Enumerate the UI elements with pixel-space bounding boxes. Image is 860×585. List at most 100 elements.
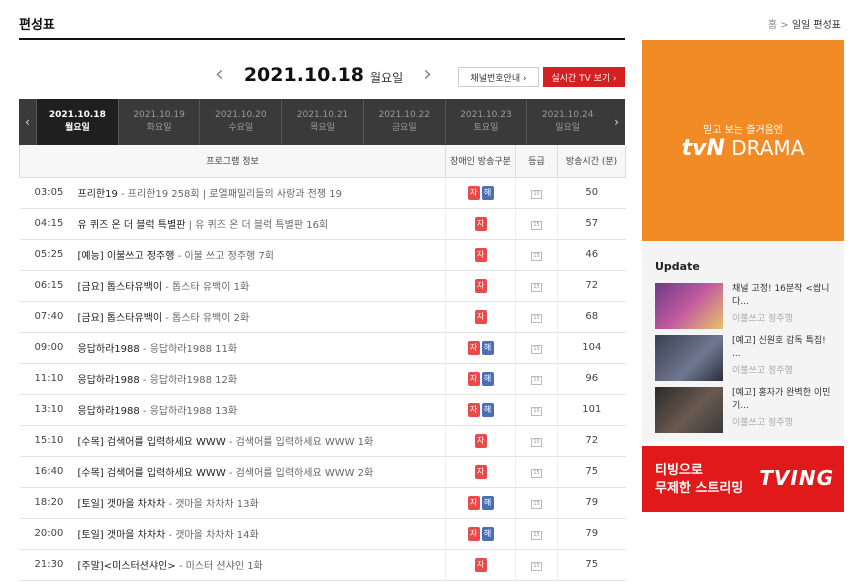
- update-item-sub: 이불쓰고 정주행: [732, 418, 793, 428]
- tab-date[interactable]: 2021.10.19 화요일: [117, 99, 200, 145]
- caption-badge: 자: [467, 185, 480, 200]
- program-episode: - 갯마을 차차차 14화: [165, 530, 259, 541]
- row-program[interactable]: [수목] 검색어를 입력하세요 WWW - 검색어를 입력하세요 WWW 2화: [77, 456, 446, 488]
- table-row[interactable]: 15:10 [수목] 검색어를 입력하세요 WWW - 검색어를 입력하세요 WW…: [19, 425, 626, 457]
- program-title[interactable]: 유 퀴즈 온 더 블럭 특별판: [78, 220, 186, 231]
- program-episode: - 검색어를 입력하세요 WWW 1화: [225, 437, 374, 448]
- program-title[interactable]: [토일] 갯마을 차차차: [78, 530, 166, 541]
- tab-date[interactable]: 2021.10.22 금요일: [362, 99, 445, 145]
- caption-badge: 자: [474, 247, 487, 262]
- program-episode: - 미스터 션샤인 1화: [175, 561, 263, 572]
- row-rating: 15: [515, 425, 558, 457]
- table-row[interactable]: 13:10 응답하라1988 - 응답하라1988 13화 자 해 15 101: [19, 394, 626, 426]
- table-row[interactable]: 20:00 [토일] 갯마을 차차차 - 갯마을 차차차 14화 자 해 15 79: [19, 518, 626, 550]
- table-row[interactable]: 03:05 프리한19 - 프리한19 258회 | 로열패밀리들의 사랑과 전쟁…: [19, 177, 626, 209]
- channel-guide-button[interactable]: 채널번호안내 ›: [458, 67, 539, 87]
- update-item-text[interactable]: [예고] 홍자가 완벽한 이민기...: [732, 387, 836, 413]
- row-rating: 15: [515, 394, 558, 426]
- table-row[interactable]: 11:10 응답하라1988 - 응답하라1988 12화 자 해 15 96: [19, 363, 626, 395]
- row-duration: 79: [557, 487, 626, 519]
- row-program[interactable]: 응답하라1988 - 응답하라1988 12화: [77, 363, 446, 395]
- table-row[interactable]: 04:15 유 퀴즈 온 더 블럭 특별판 | 유 퀴즈 온 더 블럭 특별판 1…: [19, 208, 626, 240]
- table-row[interactable]: 18:20 [토일] 갯마을 차차차 - 갯마을 차차차 13화 자 해 15 79: [19, 487, 626, 519]
- row-program[interactable]: [예능] 이불쓰고 정주행 - 이불 쓰고 정주행 7회: [77, 239, 446, 271]
- table-row[interactable]: 06:15 [금요] 톱스타유백이 - 톱스타 유백이 1화 자 15 72: [19, 270, 626, 302]
- live-tv-button[interactable]: 실시간 TV 보기 ›: [543, 67, 625, 87]
- program-title[interactable]: 프리한19: [78, 189, 118, 200]
- row-accessibility: 자: [445, 549, 516, 581]
- update-item-text[interactable]: 채널 고정! 16분작 <쌉니다...: [732, 283, 836, 309]
- row-accessibility: 자해: [445, 363, 516, 395]
- rating-15-icon: 15: [531, 344, 543, 354]
- program-title[interactable]: 응답하라1988: [78, 344, 140, 355]
- row-rating: 15: [515, 301, 558, 333]
- row-accessibility: 자: [445, 239, 516, 271]
- next-date-icon[interactable]: ›: [423, 64, 432, 86]
- table-row[interactable]: 16:40 [수목] 검색어를 입력하세요 WWW - 검색어를 입력하세요 WW…: [19, 456, 626, 488]
- table-row[interactable]: 09:00 응답하라1988 - 응답하라1988 11화 자 해 15 104: [19, 332, 626, 364]
- update-thumbnail[interactable]: [655, 335, 723, 381]
- tvn-drama-ad[interactable]: 믿고 보는 즐거움엔 tvN DRAMA: [642, 40, 844, 241]
- tab-date[interactable]: 2021.10.23 토요일: [444, 99, 527, 145]
- current-date: 2021.10.18: [243, 64, 365, 86]
- row-program[interactable]: [토일] 갯마을 차차차 - 갯마을 차차차 13화: [77, 487, 446, 519]
- row-program[interactable]: 응답하라1988 - 응답하라1988 11화: [77, 332, 446, 364]
- caption-badge: 자: [474, 557, 487, 572]
- program-title[interactable]: [주말]<미스터션샤인>: [78, 561, 176, 572]
- rating-15-icon: 15: [531, 375, 543, 385]
- tving-ad[interactable]: 티빙으로 무제한 스트리밍 TVING: [642, 446, 844, 512]
- program-title[interactable]: [금요] 톱스타유백이: [78, 282, 163, 293]
- row-accessibility: 자: [445, 208, 516, 240]
- row-program[interactable]: [수목] 검색어를 입력하세요 WWW - 검색어를 입력하세요 WWW 1화: [77, 425, 446, 457]
- program-title[interactable]: 응답하라1988: [78, 375, 140, 386]
- program-title[interactable]: [수목] 검색어를 입력하세요 WWW: [78, 437, 226, 448]
- update-item-text[interactable]: [예고] 신원호 감독 특집! ...: [732, 335, 836, 361]
- rating-15-icon: 15: [531, 561, 543, 571]
- row-rating: 15: [515, 518, 558, 550]
- row-rating: 15: [515, 208, 558, 240]
- tab-date[interactable]: 2021.10.21 목요일: [281, 99, 363, 145]
- tab-date[interactable]: 2021.10.20 수요일: [199, 99, 281, 145]
- table-row[interactable]: 21:30 [주말]<미스터션샤인> - 미스터 션샤인 1화 자 15 75: [19, 549, 626, 581]
- row-program[interactable]: 유 퀴즈 온 더 블럭 특별판 | 유 퀴즈 온 더 블럭 특별판 16회: [77, 208, 446, 240]
- prev-date-icon[interactable]: ‹: [215, 64, 224, 86]
- row-duration: 46: [557, 239, 626, 271]
- row-program[interactable]: [토일] 갯마을 차차차 - 갯마을 차차차 14화: [77, 518, 446, 550]
- breadcrumb-home[interactable]: 홈: [768, 20, 777, 31]
- date-navigator: ‹ 2021.10.18 월요일 ›: [215, 60, 432, 90]
- program-title[interactable]: [예능] 이불쓰고 정주행: [78, 251, 175, 262]
- audio-description-badge: 해: [481, 526, 494, 541]
- program-title[interactable]: 응답하라1988: [78, 406, 140, 417]
- row-duration: 75: [557, 456, 626, 488]
- update-thumbnail[interactable]: [655, 283, 723, 329]
- update-item[interactable]: 채널 고정! 16분작 <쌉니다... 이불쓰고 정주행: [655, 283, 835, 329]
- caption-badge: 자: [474, 464, 487, 479]
- tving-ad-text: 티빙으로 무제한 스트리밍: [655, 463, 744, 496]
- program-episode: - 이불 쓰고 정주행 7회: [174, 251, 274, 262]
- tabs-next-icon[interactable]: ›: [608, 99, 625, 145]
- header-accessibility: 장애인 방송구분: [445, 145, 517, 178]
- update-thumbnail[interactable]: [655, 387, 723, 433]
- row-program[interactable]: 응답하라1988 - 응답하라1988 13화: [77, 394, 446, 426]
- page-title: 편성표: [19, 18, 55, 33]
- program-title[interactable]: [금요] 톱스타유백이: [78, 313, 163, 324]
- tab-date[interactable]: 2021.10.24 일요일: [526, 99, 608, 145]
- tabs-prev-icon[interactable]: ‹: [19, 99, 36, 145]
- row-program[interactable]: [금요] 톱스타유백이 - 톱스타 유백이 2화: [77, 301, 446, 333]
- row-rating: 15: [515, 270, 558, 302]
- update-item-sub: 이불쓰고 정주행: [732, 366, 793, 376]
- row-duration: 72: [557, 270, 626, 302]
- update-item[interactable]: [예고] 홍자가 완벽한 이민기... 이불쓰고 정주행: [655, 387, 835, 433]
- tab-date[interactable]: 2021.10.18 월요일: [36, 99, 118, 145]
- update-item[interactable]: [예고] 신원호 감독 특집! ... 이불쓰고 정주행: [655, 335, 835, 381]
- row-time: 09:00: [19, 332, 78, 364]
- row-time: 03:05: [19, 177, 78, 209]
- program-title[interactable]: [수목] 검색어를 입력하세요 WWW: [78, 468, 226, 479]
- row-program[interactable]: [금요] 톱스타유백이 - 톱스타 유백이 1화: [77, 270, 446, 302]
- row-program[interactable]: 프리한19 - 프리한19 258회 | 로열패밀리들의 사랑과 전쟁 19: [77, 177, 446, 209]
- row-time: 18:20: [19, 487, 78, 519]
- table-row[interactable]: 07:40 [금요] 톱스타유백이 - 톱스타 유백이 2화 자 15 68: [19, 301, 626, 333]
- program-title[interactable]: [토일] 갯마을 차차차: [78, 499, 166, 510]
- table-row[interactable]: 05:25 [예능] 이불쓰고 정주행 - 이불 쓰고 정주행 7회 자 15 46: [19, 239, 626, 271]
- row-program[interactable]: [주말]<미스터션샤인> - 미스터 션샤인 1화: [77, 549, 446, 581]
